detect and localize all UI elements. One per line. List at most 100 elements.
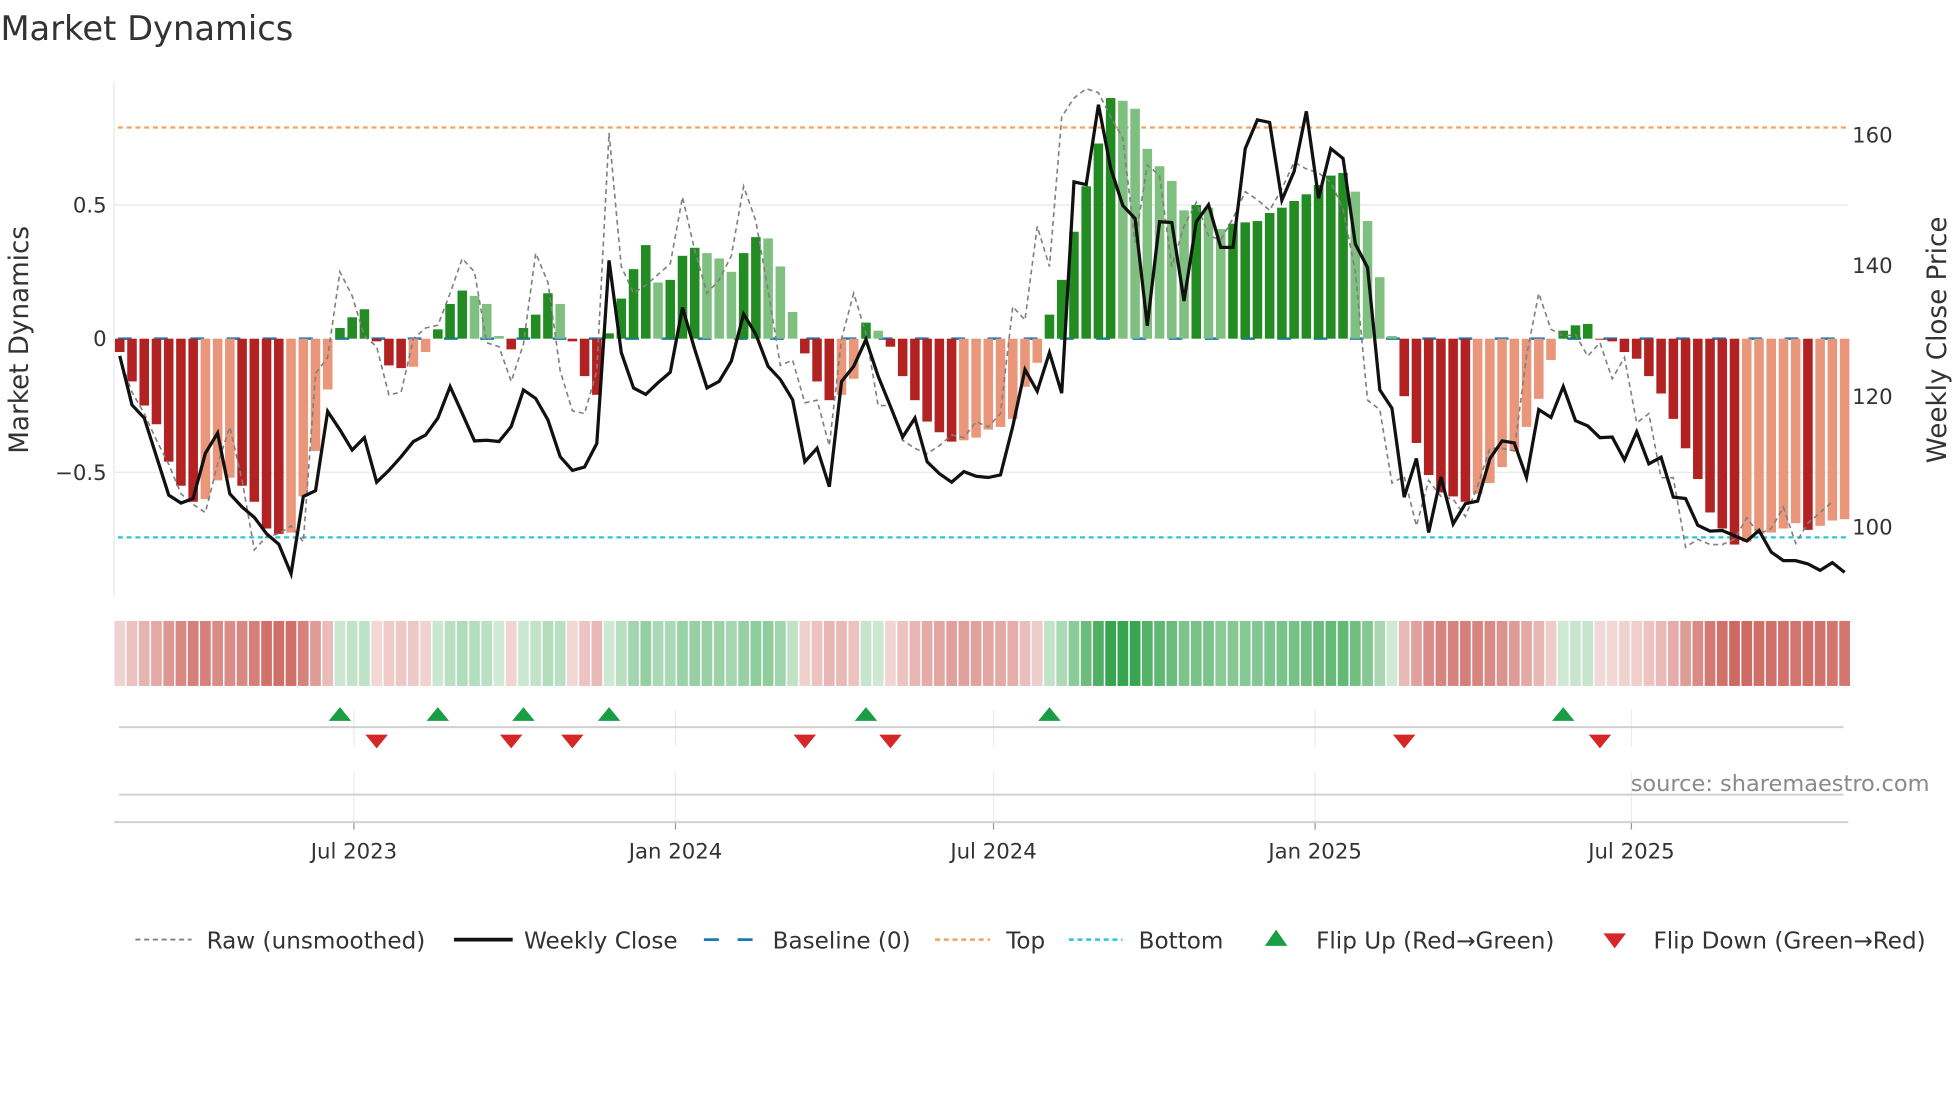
momentum-bar [1472, 338, 1483, 494]
momentum-bar [335, 327, 345, 339]
momentum-bar [1619, 338, 1630, 353]
x-tick-label: Jan 2025 [1266, 839, 1362, 864]
heat-strip-cell [395, 620, 407, 686]
momentum-bar [1460, 338, 1471, 502]
heat-strip-cell [946, 620, 957, 686]
momentum-bar [714, 258, 724, 339]
heat-strip-cell [1141, 620, 1153, 686]
heat-strip-cell [346, 620, 358, 686]
y-tick-label: −0.5 [55, 461, 107, 486]
y-tick-label: 0 [93, 327, 107, 352]
flip-up-marker [512, 707, 535, 721]
y2-tick-label: 160 [1852, 123, 1893, 148]
heat-strip-cell [640, 620, 652, 686]
momentum-bar [653, 282, 663, 339]
momentum-bar [225, 338, 235, 478]
momentum-bar [1105, 98, 1116, 339]
x-tick-label: Jul 2025 [1586, 839, 1674, 864]
momentum-bar [1595, 338, 1605, 340]
heat-strip-cell [1533, 620, 1545, 686]
heat-strip-cell [958, 620, 970, 686]
momentum-bar [1264, 213, 1275, 339]
flip-down-marker [561, 734, 584, 749]
heat-strip-cell [848, 620, 860, 686]
momentum-bar [567, 338, 578, 342]
heat-strip-cell [652, 620, 664, 686]
heat-strip-cell [872, 620, 884, 686]
heat-strip-cell [261, 620, 272, 686]
x-axis: Jul 2023 Jan 2024 Jul 2024 Jan 2025 Jul 2025 [114, 709, 1849, 864]
heat-strip-cell [1068, 620, 1080, 686]
heat-strip-cell [726, 620, 737, 686]
momentum-bar [812, 338, 822, 382]
heat-strip-cell [1264, 620, 1276, 686]
flip-down-marker [499, 734, 523, 749]
y2-tick-label: 120 [1852, 385, 1893, 410]
heat-strip-cell [175, 620, 187, 686]
momentum-bar [787, 311, 798, 339]
momentum-bar [1631, 338, 1642, 359]
heat-strip-cell [1178, 620, 1190, 686]
momentum-bar [1766, 338, 1776, 533]
momentum-bar [1534, 338, 1544, 399]
momentum-bar [775, 266, 786, 339]
heat-strip-cell [420, 620, 431, 686]
heat-strip-cell [1190, 620, 1202, 686]
momentum-bar [1252, 221, 1263, 339]
market-dynamics-chart: Market Dynamics 0.5 0 −0.5 160 140 120 100 Jul… [0, 9, 1953, 954]
flip-down-marker [1392, 734, 1416, 749]
momentum-bar [1240, 222, 1250, 339]
legend: Raw (unsmoothed) Weekly Close Baseline (0)… [135, 928, 1926, 954]
heat-strip-cell [1215, 620, 1227, 686]
heat-strip-cell [518, 620, 529, 686]
momentum-bar [1167, 180, 1177, 339]
momentum-bar [163, 338, 174, 462]
momentum-bar [1289, 200, 1299, 339]
heat-strip-cell [469, 620, 480, 686]
heat-strip-cell [567, 620, 578, 686]
momentum-bar [824, 338, 835, 401]
heat-strip-cell [1313, 620, 1324, 686]
momentum-bar [628, 269, 639, 339]
heat-strip-cell [995, 620, 1006, 686]
heat-strip-cell [799, 620, 811, 686]
momentum-bar [274, 338, 284, 534]
momentum-bar [200, 338, 211, 500]
heat-strip-cell [1802, 620, 1814, 686]
heat-strip-cell [1227, 620, 1239, 686]
heat-strip-cell [1117, 620, 1129, 686]
momentum-bar [1423, 338, 1434, 476]
momentum-bar [114, 338, 125, 353]
legend-flip-down-icon [1603, 933, 1626, 949]
heat-strip-cell [1484, 620, 1496, 686]
momentum-bar [1509, 338, 1520, 451]
momentum-bar [420, 338, 431, 353]
heat-strip-cell [248, 620, 260, 686]
legend-label: Flip Up (Red→Green) [1316, 928, 1554, 954]
y-axis-label: Market Dynamics [5, 226, 35, 454]
heat-strip-cell [1814, 620, 1826, 686]
momentum-bar [371, 338, 382, 342]
heat-strip-cell [1154, 620, 1165, 686]
heat-strip-cell [187, 620, 199, 686]
heat-strip-cell [371, 620, 383, 686]
y2-axis-label: Weekly Close Price [1923, 217, 1953, 464]
flip-up-marker [597, 707, 621, 721]
heat-strip-cell [1019, 620, 1031, 686]
chart-title: Market Dynamics [0, 9, 293, 48]
heat-strip-cell [530, 620, 542, 686]
momentum-bar [1656, 338, 1666, 394]
momentum-bar [298, 338, 309, 497]
heat-strip-cell [1007, 620, 1019, 686]
momentum-bar [457, 290, 468, 339]
heat-strip-cell [1447, 620, 1459, 686]
heat-strip-cell [493, 620, 505, 686]
heat-strip-cell [542, 620, 554, 686]
heat-strip-cell [921, 620, 933, 686]
heat-strip-cell [885, 620, 896, 686]
legend-label: Bottom [1139, 928, 1224, 954]
momentum-bar [1338, 172, 1348, 339]
momentum-bar [1680, 338, 1691, 449]
heat-strip-cell [860, 620, 872, 686]
momentum-bar [1790, 338, 1801, 524]
